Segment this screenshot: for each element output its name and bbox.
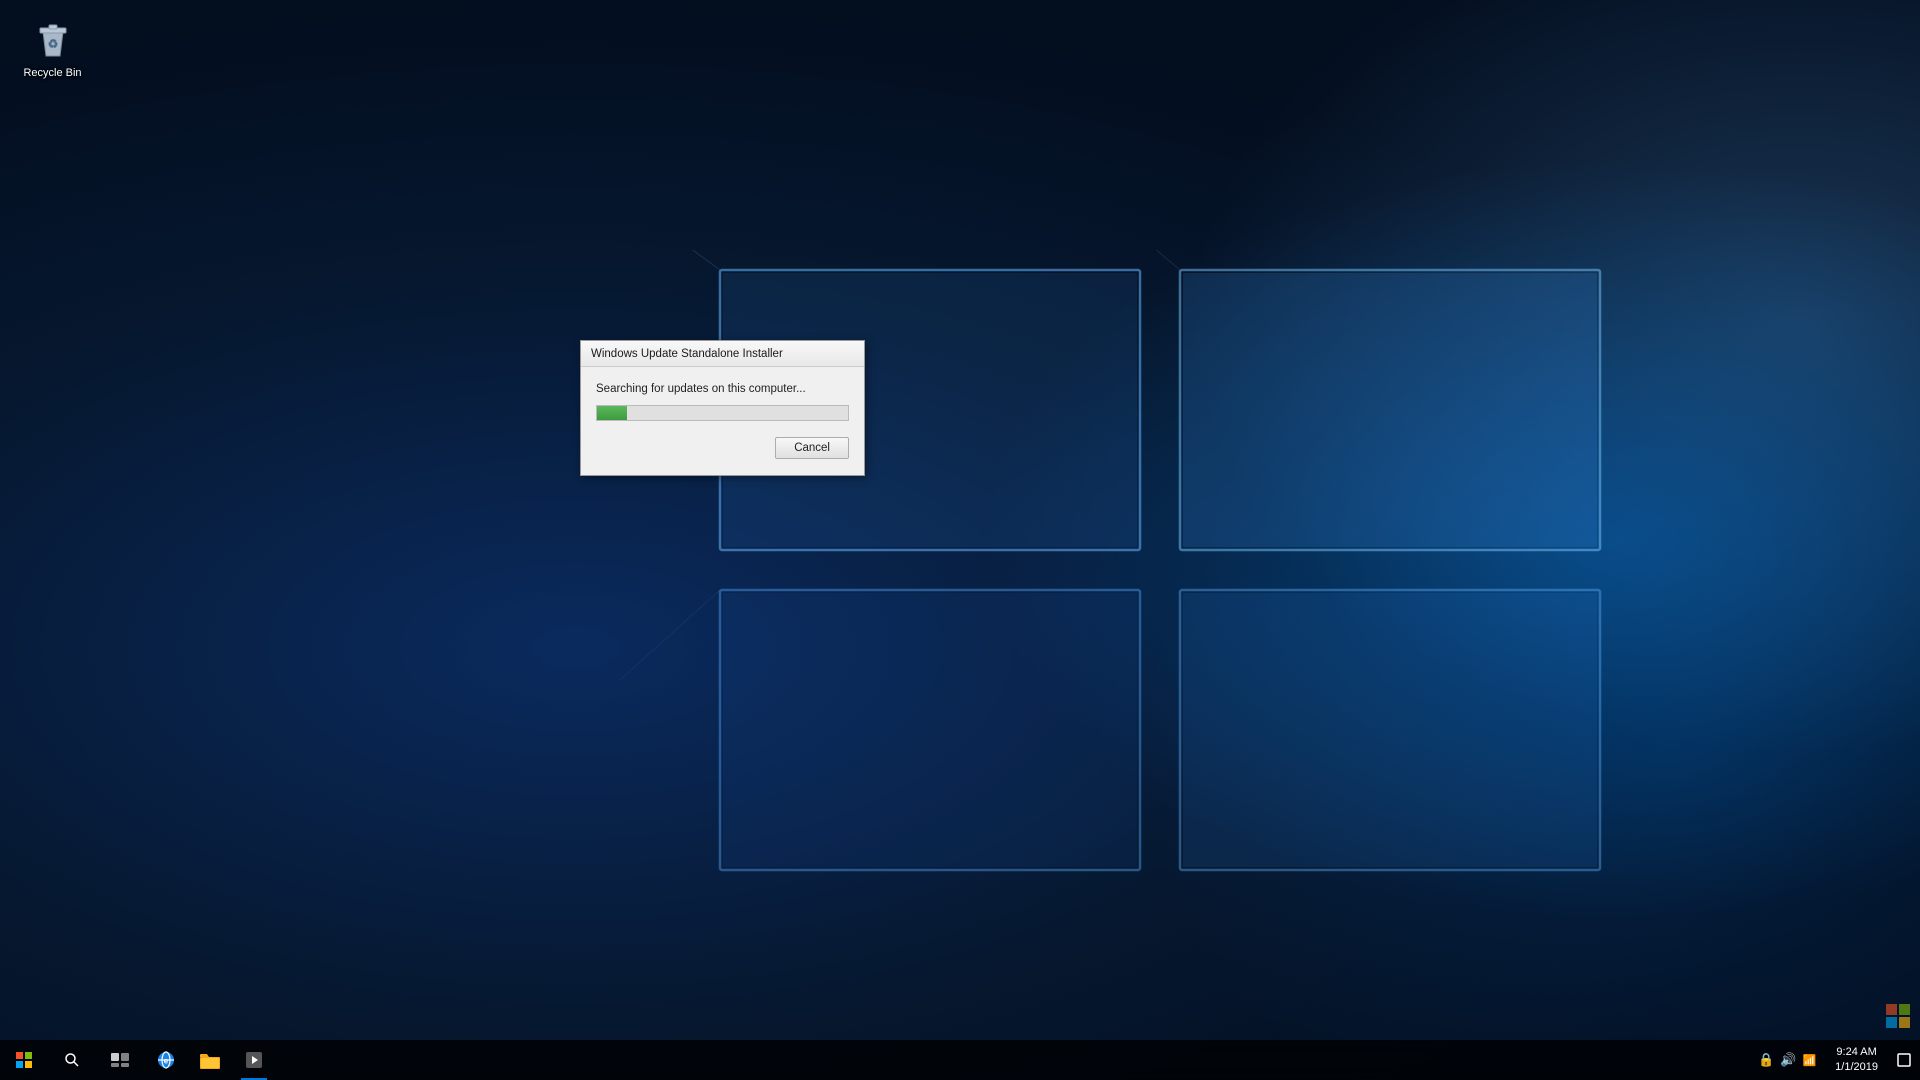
tray-icons-area[interactable]: 🔒 🔊 📶	[1749, 1040, 1825, 1080]
progress-bar-fill	[597, 406, 627, 420]
clock-date: 1/1/2019	[1835, 1060, 1878, 1075]
network-tray-icon: 📶	[1802, 1054, 1816, 1067]
desktop-background-glow	[720, 0, 1920, 1080]
clock-time: 9:24 AM	[1836, 1045, 1876, 1060]
volume-tray-icon: 🔊	[1780, 1052, 1796, 1068]
windows-update-dialog: Windows Update Standalone Installer Sear…	[580, 340, 865, 476]
taskbar-app-ie[interactable]: e	[144, 1040, 188, 1080]
task-view-button[interactable]	[96, 1040, 144, 1080]
dialog-title: Windows Update Standalone Installer	[591, 348, 783, 360]
desktop: ♻ Recycle Bin Windows Update Standalone …	[0, 0, 1920, 1080]
recycle-bin-icon[interactable]: ♻ Recycle Bin	[15, 10, 90, 84]
svg-text:♻: ♻	[47, 37, 58, 51]
notification-center-button[interactable]	[1888, 1040, 1920, 1080]
taskbar-app-explorer[interactable]	[188, 1040, 232, 1080]
recycle-bin-image: ♻	[29, 14, 77, 62]
dialog-titlebar: Windows Update Standalone Installer	[581, 341, 864, 367]
start-button[interactable]	[0, 1040, 48, 1080]
clock-area[interactable]: 9:24 AM 1/1/2019	[1825, 1040, 1888, 1080]
progress-bar-container	[596, 405, 849, 421]
taskbar-app-media[interactable]	[232, 1040, 276, 1080]
system-tray: 🔒 🔊 📶 9:24 AM 1/1/2019	[1749, 1040, 1920, 1080]
cancel-button[interactable]: Cancel	[775, 437, 849, 459]
dialog-buttons: Cancel	[596, 437, 849, 463]
taskbar: e 🔒 🔊	[0, 1040, 1920, 1080]
svg-text:e: e	[164, 1057, 169, 1066]
shield-tray-icon: 🔒	[1758, 1052, 1774, 1068]
search-button[interactable]	[48, 1040, 96, 1080]
dialog-status-text: Searching for updates on this computer..…	[596, 383, 849, 395]
build-watermark	[1886, 1004, 1910, 1030]
dialog-content: Searching for updates on this computer..…	[581, 367, 864, 475]
recycle-bin-label: Recycle Bin	[19, 66, 86, 80]
